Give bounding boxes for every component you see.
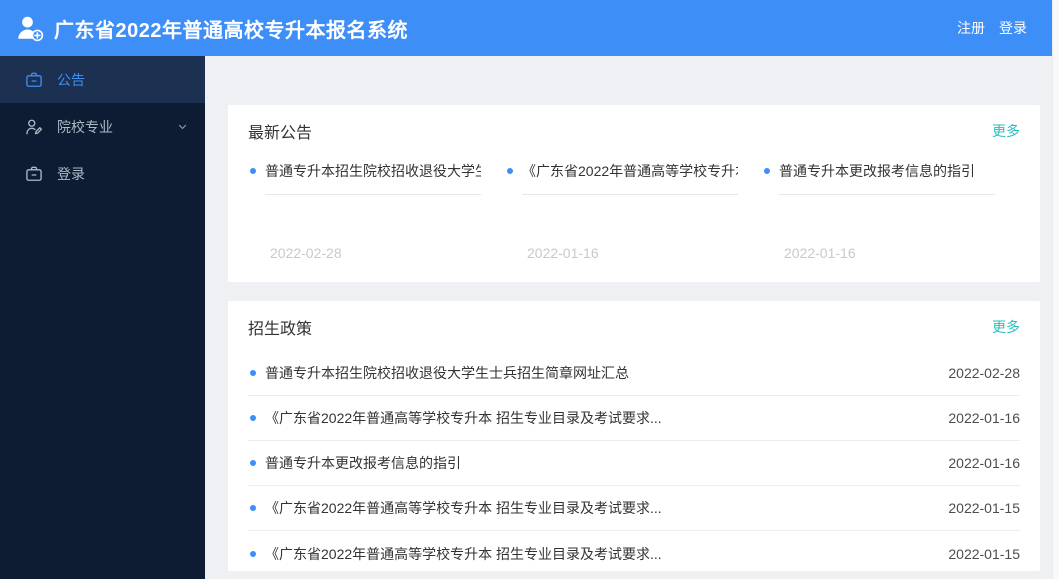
sidebar-item-label: 院校专业 <box>57 118 113 135</box>
sidebar-item-label: 公告 <box>57 71 85 88</box>
vertical-scrollbar[interactable] <box>1052 0 1059 579</box>
latest-items-row: 普通专升本招生院校招收退役大学生士兵招生简章网址汇总 《广东省2022年普通高等… <box>228 153 1040 195</box>
policy-link[interactable]: 《广东省2022年普通高等学校专升本 招生专业目录及考试要求... <box>265 544 932 564</box>
page-title: 广东省2022年普通高校专升本报名系统 <box>54 19 408 42</box>
policy-date: 2022-01-16 <box>948 410 1020 426</box>
sidebar: 公告 院校专业 登录 <box>0 56 205 579</box>
bullet-icon <box>250 550 256 557</box>
app-header: 广东省2022年普通高校专升本报名系统 注册 登录 <box>0 0 1059 56</box>
policy-date: 2022-02-28 <box>948 365 1020 381</box>
latest-announcements-card: 最新公告 更多 普通专升本招生院校招收退役大学生士兵招生简章网址汇总 《广东省2… <box>228 105 1040 282</box>
announcement-date: 2022-01-16 <box>784 245 856 261</box>
policy-link[interactable]: 普通专升本更改报考信息的指引 <box>265 453 932 473</box>
latest-dates-row: 2022-02-28 2022-01-16 2022-01-16 <box>228 245 1040 261</box>
policy-link[interactable]: 《广东省2022年普通高等学校专升本 招生专业目录及考试要求... <box>265 498 932 518</box>
list-item[interactable]: 普通专升本招生院校招收退役大学生士兵招生简章网址汇总 <box>248 161 505 195</box>
bullet-icon <box>250 505 256 511</box>
bullet-icon <box>764 168 770 174</box>
announcement-link[interactable]: 普通专升本更改报考信息的指引 <box>779 161 995 195</box>
bullet-icon <box>507 168 513 174</box>
list-item[interactable]: 《广东省2022年普通高等学校专升本 招生专业目录及考试要求... <box>505 161 762 195</box>
announcement-date: 2022-01-16 <box>527 245 599 261</box>
policy-date: 2022-01-16 <box>948 455 1020 471</box>
card-title-admission-policies: 招生政策 <box>248 321 313 338</box>
table-row[interactable]: 《广东省2022年普通高等学校专升本 招生专业目录及考试要求... 2022-0… <box>248 396 1020 441</box>
more-link-policies[interactable]: 更多 <box>992 317 1020 337</box>
card-title-latest-announcements: 最新公告 <box>248 125 313 142</box>
register-link[interactable]: 注册 <box>957 18 985 38</box>
chevron-down-icon <box>176 120 189 133</box>
main-content: 最新公告 更多 普通专升本招生院校招收退役大学生士兵招生简章网址汇总 《广东省2… <box>205 56 1059 579</box>
login-link[interactable]: 登录 <box>999 18 1027 38</box>
announcement-date: 2022-02-28 <box>270 245 342 261</box>
sidebar-item-login[interactable]: 登录 <box>0 150 205 197</box>
sidebar-item-institutions-majors[interactable]: 院校专业 <box>0 103 205 150</box>
table-row[interactable]: 《广东省2022年普通高等学校专升本 招生专业目录及考试要求... 2022-0… <box>248 531 1020 576</box>
announcement-link[interactable]: 普通专升本招生院校招收退役大学生士兵招生简章网址汇总 <box>265 161 481 195</box>
announcement-link[interactable]: 《广东省2022年普通高等学校专升本 招生专业目录及考试要求... <box>522 161 738 195</box>
policy-date: 2022-01-15 <box>948 500 1020 516</box>
policy-list: 普通专升本招生院校招收退役大学生士兵招生简章网址汇总 2022-02-28 《广… <box>228 351 1040 576</box>
list-item[interactable]: 普通专升本更改报考信息的指引 <box>762 161 1019 195</box>
policy-link[interactable]: 《广东省2022年普通高等学校专升本 招生专业目录及考试要求... <box>265 408 932 428</box>
bullet-icon <box>250 370 256 376</box>
user-edit-icon <box>24 117 44 137</box>
briefcase-icon <box>24 70 44 90</box>
briefcase-icon <box>24 164 44 184</box>
policy-link[interactable]: 普通专升本招生院校招收退役大学生士兵招生简章网址汇总 <box>265 363 932 383</box>
bullet-icon <box>250 415 256 421</box>
header-auth-links: 注册 登录 <box>957 18 1045 38</box>
more-link-latest[interactable]: 更多 <box>992 121 1020 141</box>
table-row[interactable]: 《广东省2022年普通高等学校专升本 招生专业目录及考试要求... 2022-0… <box>248 486 1020 531</box>
bullet-icon <box>250 460 256 466</box>
admission-policies-card: 招生政策 更多 普通专升本招生院校招收退役大学生士兵招生简章网址汇总 2022-… <box>228 301 1040 571</box>
table-row[interactable]: 普通专升本招生院校招收退役大学生士兵招生简章网址汇总 2022-02-28 <box>248 351 1020 396</box>
sidebar-item-label: 登录 <box>57 165 85 182</box>
policy-date: 2022-01-15 <box>948 545 1020 562</box>
bullet-icon <box>250 168 256 174</box>
sidebar-item-announcements[interactable]: 公告 <box>0 56 205 103</box>
add-user-icon <box>14 12 46 44</box>
table-row[interactable]: 普通专升本更改报考信息的指引 2022-01-16 <box>248 441 1020 486</box>
